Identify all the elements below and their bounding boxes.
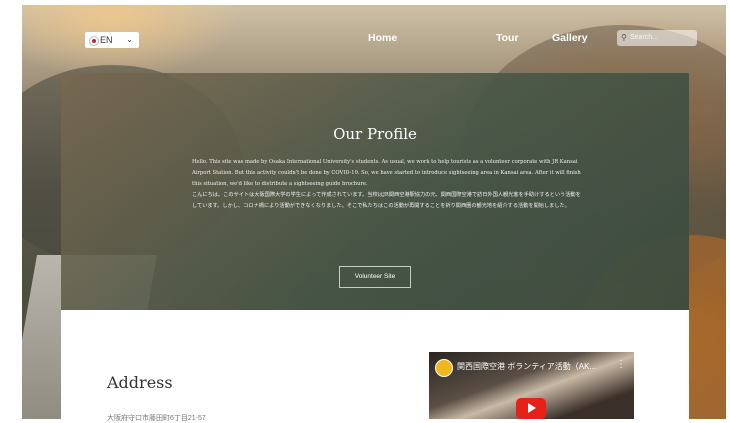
profile-description: Hello. This site was made by Osaka Inter… xyxy=(192,157,582,212)
search-input[interactable]: ⚲ Search... xyxy=(617,30,697,46)
japan-flag-icon xyxy=(89,36,99,46)
video-title[interactable]: 関西国際空港 ボランティア活動（AK... xyxy=(457,361,596,372)
more-options-icon[interactable]: ⋮ xyxy=(616,359,626,370)
channel-logo-icon xyxy=(435,359,453,377)
address-line: 大阪府守口市藤田町6丁目21-57 xyxy=(107,415,206,422)
profile-section: Our Profile Hello. This site was made by… xyxy=(61,73,689,310)
nav-link-home[interactable]: Home xyxy=(368,32,397,44)
youtube-video-embed[interactable]: 関西国際空港 ボランティア活動（AK... ⋮ xyxy=(429,352,634,419)
search-placeholder: Search... xyxy=(630,34,659,41)
profile-title: Our Profile xyxy=(333,125,417,143)
profile-text-english: Hello. This site was made by Osaka Inter… xyxy=(192,159,581,187)
address-title: Address xyxy=(107,373,173,392)
nav-link-tour[interactable]: Tour xyxy=(496,32,519,44)
profile-text-japanese: こんにちは。このサイトは大阪国際大学の学生によって作成されています。当校はJR関… xyxy=(192,192,581,209)
address-section: Address 大阪府守口市藤田町6丁目21-57 関西国際空港 ボランティア活… xyxy=(61,310,689,422)
chevron-down-icon: ⌄ xyxy=(126,35,133,44)
play-button[interactable] xyxy=(516,398,546,419)
top-navigation: EN ⌄ Home Tour Gallery ⚲ Search... xyxy=(22,28,726,52)
nav-link-gallery[interactable]: Gallery xyxy=(552,32,588,44)
search-icon: ⚲ xyxy=(621,33,627,42)
volunteer-site-button[interactable]: Volunteer Site xyxy=(339,266,411,288)
language-selector[interactable]: EN ⌄ xyxy=(85,32,139,48)
language-label: EN xyxy=(100,35,113,45)
